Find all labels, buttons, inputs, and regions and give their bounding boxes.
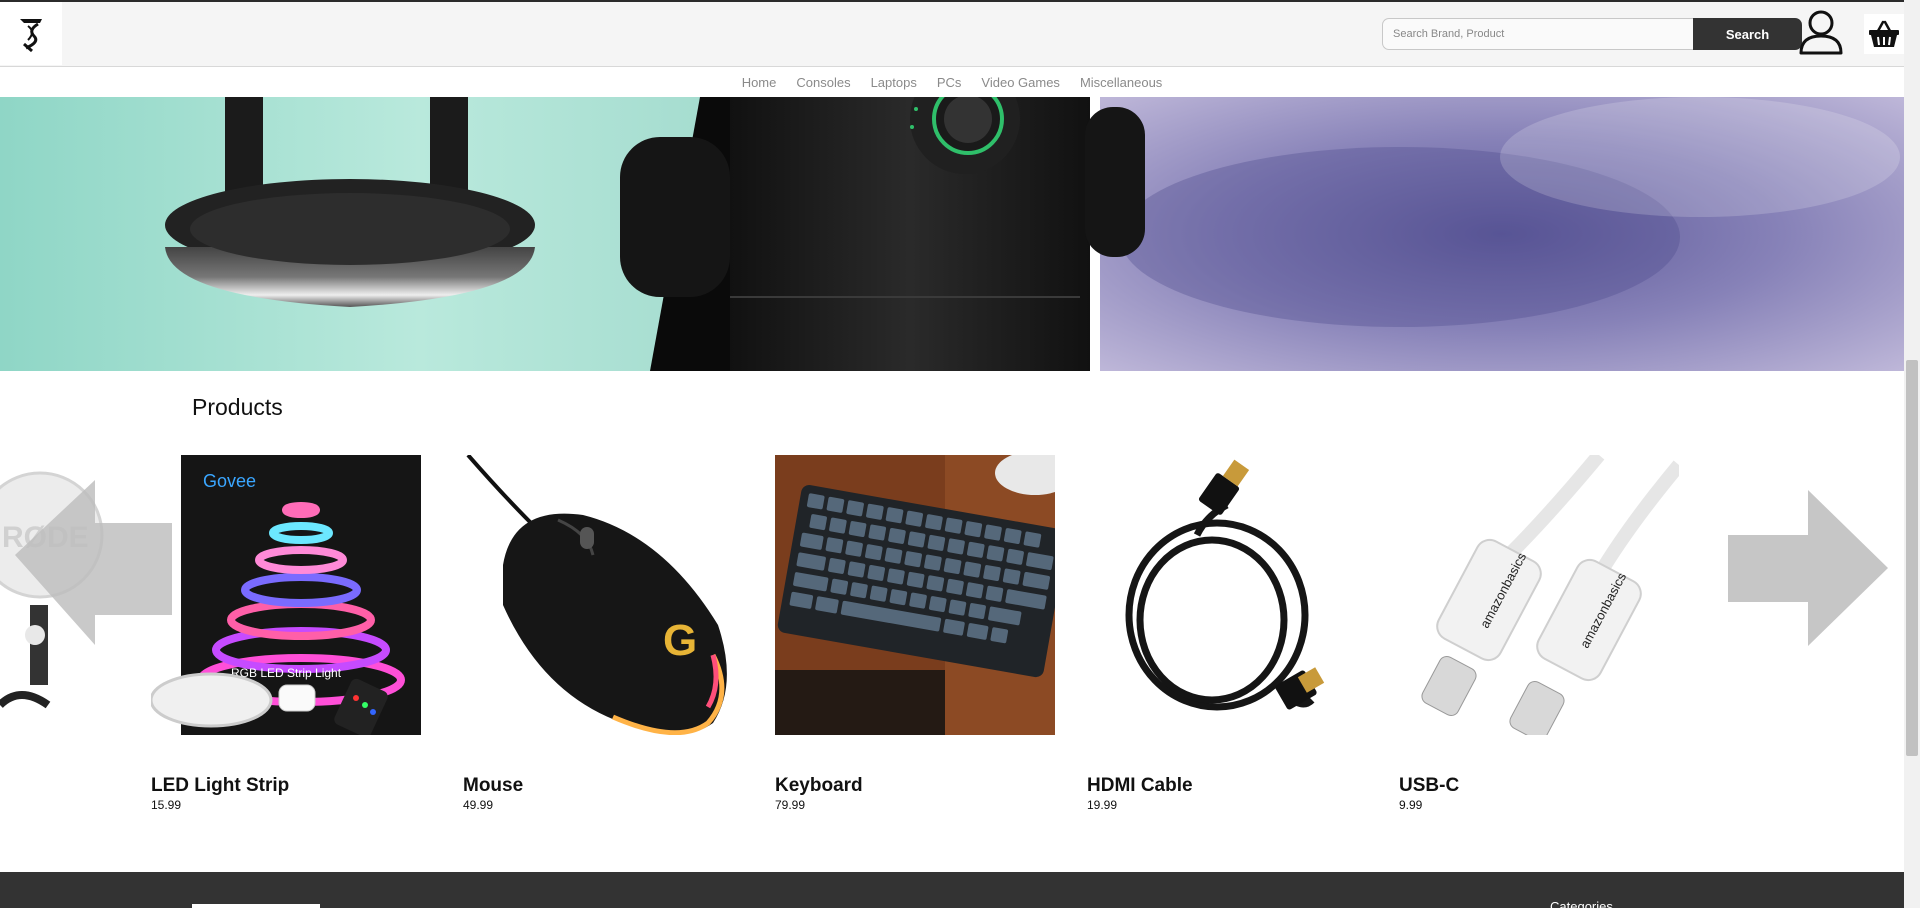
nav-miscellaneous[interactable]: Miscellaneous <box>1070 75 1172 90</box>
site-footer: Categories <box>0 872 1904 914</box>
product-card[interactable]: Keyboard 79.99 <box>775 455 1055 812</box>
carousel-next-button[interactable] <box>1728 490 1888 650</box>
hdmi-cable-image <box>1087 455 1367 735</box>
cart-button[interactable] <box>1864 14 1904 54</box>
user-icon <box>1799 10 1843 55</box>
product-price: 9.99 <box>1399 798 1423 812</box>
led-strip-image: Govee RGB LED Strip Light <box>151 455 431 735</box>
footer-logo <box>192 904 320 908</box>
product-name[interactable]: Mouse <box>463 775 523 797</box>
product-card[interactable]: Govee RGB LED Strip Light LED Light Stri… <box>151 455 431 812</box>
account-button[interactable] <box>1797 8 1845 56</box>
search-button[interactable]: Search <box>1693 18 1802 50</box>
svg-text:Govee: Govee <box>203 471 256 491</box>
product-price: 15.99 <box>151 798 182 812</box>
nav-laptops[interactable]: Laptops <box>861 75 927 90</box>
product-price: 79.99 <box>775 798 806 812</box>
search-input[interactable] <box>1382 18 1693 50</box>
basket-icon <box>1869 20 1899 47</box>
carousel-prev-button[interactable]: RØDE <box>0 455 175 735</box>
product-name[interactable]: Keyboard <box>775 775 863 797</box>
product-name[interactable]: HDMI Cable <box>1087 775 1193 797</box>
products-heading: Products <box>192 394 283 420</box>
nav-pcs[interactable]: PCs <box>927 75 972 90</box>
mouse-image: G <box>463 455 743 735</box>
site-logo[interactable] <box>0 2 62 65</box>
arrow-right-icon <box>1728 490 1888 646</box>
nav-video-games[interactable]: Video Games <box>971 75 1070 90</box>
product-card[interactable]: HDMI Cable 19.99 <box>1087 455 1367 812</box>
main-nav: Home Consoles Laptops PCs Video Games Mi… <box>0 67 1904 97</box>
nav-consoles[interactable]: Consoles <box>786 75 860 90</box>
svg-text:G: G <box>663 616 697 665</box>
hero-banner <box>0 97 1904 371</box>
product-card[interactable]: G Mouse 49.99 <box>463 455 743 812</box>
site-header: Search <box>0 2 1904 67</box>
scrollbar-thumb[interactable] <box>1906 360 1918 756</box>
product-name[interactable]: LED Light Strip <box>151 775 289 797</box>
keyboard-image <box>775 455 1055 735</box>
product-name[interactable]: USB-C <box>1399 775 1459 797</box>
nav-home[interactable]: Home <box>732 75 787 90</box>
product-card[interactable]: amazonbasics amazonbasics USB-C 9.99 <box>1399 455 1679 812</box>
footer-categories-heading: Categories <box>1550 899 1613 914</box>
product-price: 49.99 <box>463 798 494 812</box>
logo-icon <box>20 18 42 52</box>
usb-c-image: amazonbasics amazonbasics <box>1399 455 1679 735</box>
product-price: 19.99 <box>1087 798 1118 812</box>
microphone-banner-image <box>0 97 1904 371</box>
previous-product-image: RØDE <box>0 471 172 709</box>
search-bar: Search <box>1382 18 1802 50</box>
